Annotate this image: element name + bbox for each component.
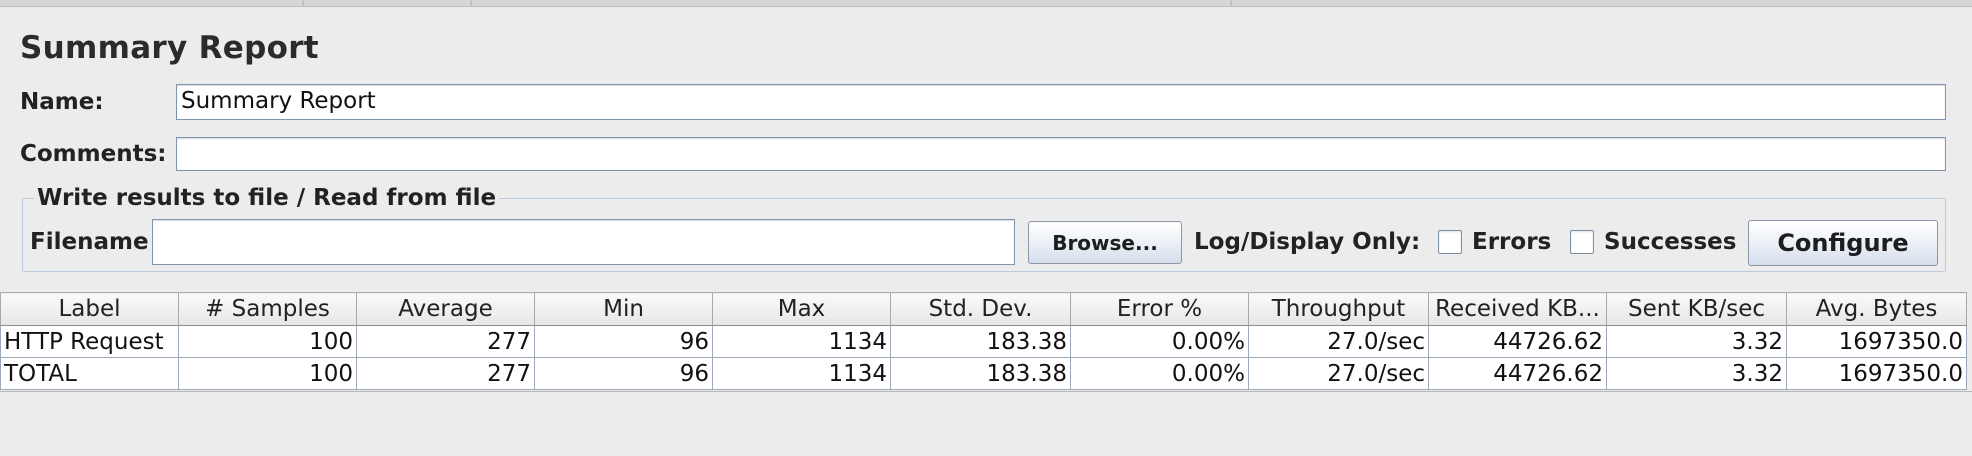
table-cell: 277 [356,325,535,358]
table-cell: 96 [534,325,713,358]
errors-label: Errors [1472,229,1552,255]
table-cell: 3.32 [1606,357,1787,390]
table-empty-area [0,391,1972,456]
table-cell: 1134 [712,357,891,390]
log-display-only-label: Log/Display Only: [1194,229,1421,255]
column-header[interactable]: Received KB... [1428,292,1607,326]
column-header[interactable]: Max [712,292,891,326]
table-cell: 96 [534,357,713,390]
configure-button[interactable]: Configure [1748,220,1938,266]
page-title: Summary Report [20,30,319,66]
table-cell: 0.00% [1070,325,1249,358]
filename-label: Filename [30,229,149,255]
summary-table: Label # Samples Average Min Max Std. Dev… [0,292,1967,390]
file-section-legend: Write results to file / Read from file [34,185,500,211]
table-header-row: Label # Samples Average Min Max Std. Dev… [0,292,1967,326]
successes-checkbox[interactable] [1570,230,1594,254]
comments-field[interactable] [176,137,1946,171]
table-cell: 183.38 [890,325,1071,358]
column-header[interactable]: Throughput [1248,292,1429,326]
window-top-strip [0,0,1972,7]
table-cell: 3.32 [1606,325,1787,358]
table-cell: 1697350.0 [1786,357,1967,390]
comments-label: Comments: [20,141,167,167]
column-header[interactable]: Min [534,292,713,326]
table-cell: 1697350.0 [1786,325,1967,358]
column-header[interactable]: Std. Dev. [890,292,1071,326]
table-cell: 100 [178,325,357,358]
errors-checkbox[interactable] [1438,230,1462,254]
table-cell: 27.0/sec [1248,357,1429,390]
table-cell: 1134 [712,325,891,358]
table-cell: 277 [356,357,535,390]
name-label: Name: [20,89,104,115]
browse-button[interactable]: Browse... [1028,221,1182,264]
column-header[interactable]: Average [356,292,535,326]
successes-label: Successes [1604,229,1737,255]
name-field[interactable]: Summary Report [176,84,1946,120]
table-cell: TOTAL [0,357,179,390]
table-row[interactable]: TOTAL 100 277 96 1134 183.38 0.00% 27.0/… [0,357,1967,390]
column-header[interactable]: Error % [1070,292,1249,326]
column-header[interactable]: # Samples [178,292,357,326]
table-cell: 0.00% [1070,357,1249,390]
table-cell: 44726.62 [1428,325,1607,358]
table-row[interactable]: HTTP Request 100 277 96 1134 183.38 0.00… [0,325,1967,358]
filename-field[interactable] [152,219,1015,265]
table-cell: HTTP Request [0,325,179,358]
column-header[interactable]: Sent KB/sec [1606,292,1787,326]
table-cell: 100 [178,357,357,390]
table-cell: 44726.62 [1428,357,1607,390]
column-header[interactable]: Label [0,292,179,326]
table-cell: 27.0/sec [1248,325,1429,358]
table-cell: 183.38 [890,357,1071,390]
column-header[interactable]: Avg. Bytes [1786,292,1967,326]
